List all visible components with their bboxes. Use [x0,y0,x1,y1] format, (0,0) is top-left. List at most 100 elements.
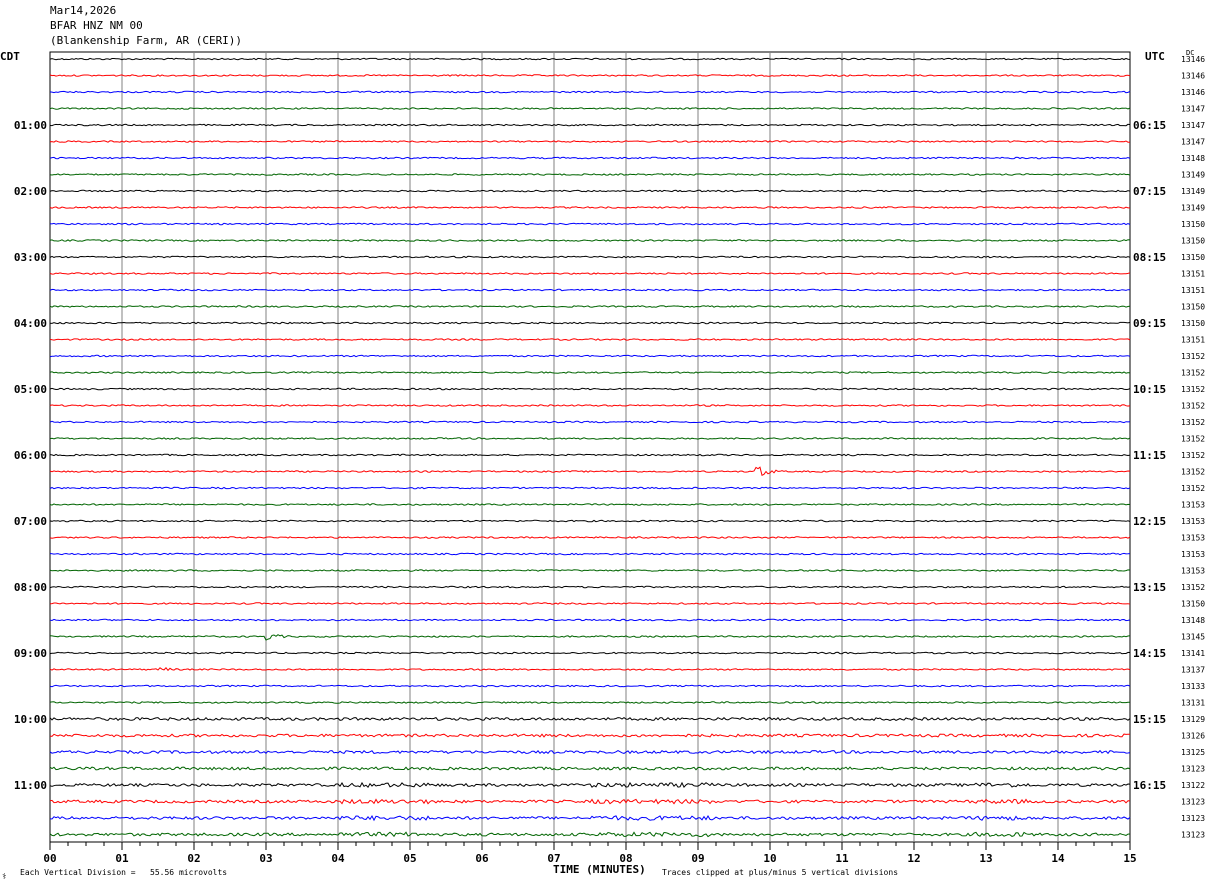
dc-offset-label: 13148 [1181,154,1205,163]
trace-line [49,519,1131,523]
trace-line [49,255,1131,259]
right-time-label: 13:15 [1133,581,1166,594]
dc-offset-label: 13152 [1181,451,1205,460]
trace-line [49,404,1131,407]
x-tick-label: 02 [187,852,200,865]
trace-line [49,667,1131,672]
dc-offset-label: 13122 [1181,781,1205,790]
x-tick-label: 15 [1123,852,1136,865]
trace-line [49,189,1131,193]
x-tick-label: 01 [115,852,129,865]
x-tick-label: 03 [259,852,272,865]
left-time-label: 01:00 [14,119,47,132]
dc-offset-label: 13151 [1181,270,1205,279]
right-time-label: 14:15 [1133,647,1166,660]
dc-offset-label: 13137 [1181,666,1205,675]
left-time-label: 10:00 [14,713,47,726]
trace-line [49,123,1131,127]
right-time-label: 15:15 [1133,713,1166,726]
trace-line [49,466,1131,477]
dc-offset-label: 13151 [1181,286,1205,295]
dc-offset-label: 13153 [1181,517,1205,526]
dc-offset-label: 13152 [1181,402,1205,411]
right-time-label: 12:15 [1133,515,1166,528]
trace-line [49,288,1131,292]
trace-line [49,387,1131,391]
x-axis-title: TIME (MINUTES) [553,863,646,876]
trace-line [49,798,1131,805]
trace-line [49,536,1131,539]
trace-line [49,173,1131,176]
left-time-label: 06:00 [14,449,47,462]
x-tick-label: 11 [835,852,849,865]
dc-offset-label: 13153 [1181,567,1205,576]
dc-offset-label: 13126 [1181,732,1205,741]
trace-line [49,585,1131,589]
plot-frame [49,51,1131,843]
dc-offset-label: 13153 [1181,550,1205,559]
helicorder-plot: 13146 13146 13146 13147 01:00 06:15 13147 13147… [14,51,1205,865]
left-time-label: 02:00 [14,185,47,198]
trace-line [49,733,1130,738]
dc-offset-label: 13151 [1181,336,1205,345]
dc-offset-label: 13150 [1181,253,1205,262]
trace-line [49,338,1131,341]
left-time-label: 03:00 [14,251,47,264]
trace-line [49,634,1131,641]
dc-offset-label: 13150 [1181,600,1205,609]
trace-line [49,766,1131,771]
trace-line [49,57,1131,61]
dc-offset-label: 13131 [1181,699,1205,708]
left-time-label: 07:00 [14,515,47,528]
trace-line [49,321,1131,325]
left-time-label: 08:00 [14,581,47,594]
trace-line [49,437,1131,440]
x-tick-label: 14 [1051,852,1065,865]
trace-line [49,156,1131,160]
x-tick-label: 05 [403,852,416,865]
trace-line [49,453,1131,457]
dc-offset-label: 13150 [1181,220,1205,229]
left-time-label: 05:00 [14,383,47,396]
right-time-label: 10:15 [1133,383,1166,396]
corner-mark: ⚕ [2,872,7,881]
trace-line [49,206,1130,209]
x-tick-label: 10 [763,852,776,865]
left-time-label: 04:00 [14,317,47,330]
dc-offset-label: 13141 [1181,649,1205,658]
trace-line [49,716,1131,722]
trace-line [49,305,1131,308]
dc-offset-label: 13149 [1181,204,1205,213]
trace-line [49,781,1131,789]
x-tick-label: 00 [43,852,56,865]
left-time-label: 09:00 [14,647,47,660]
dc-offset-label: 13152 [1181,369,1205,378]
x-tick-label: 04 [331,852,345,865]
trace-line [49,371,1131,374]
right-time-label: 07:15 [1133,185,1166,198]
dc-offset-label: 13152 [1181,583,1205,592]
dc-offset-label: 13123 [1181,765,1205,774]
right-time-label: 09:15 [1133,317,1166,330]
dc-offset-label: 13153 [1181,534,1205,543]
trace-line [49,272,1131,275]
dc-offset-label: 13150 [1181,303,1205,312]
trace-line [49,618,1131,622]
x-tick-label: 13 [979,852,992,865]
trace-line [49,420,1131,424]
dc-offset-label: 13149 [1181,171,1205,180]
left-time-label: 11:00 [14,779,47,792]
trace-line [49,651,1131,655]
trace-line [49,90,1131,94]
dc-offset-label: 13152 [1181,352,1205,361]
dc-offset-label: 13129 [1181,715,1205,724]
dc-offset-label: 13145 [1181,633,1205,642]
scale-note: Each Vertical Division = 55.56 microvolt… [20,868,228,877]
trace-line [49,831,1131,838]
dc-offset-label: 13152 [1181,385,1205,394]
dc-offset-label: 13123 [1181,831,1205,840]
dc-offset-label: 13147 [1181,121,1205,130]
trace-line [49,486,1131,490]
right-time-label: 08:15 [1133,251,1166,264]
trace-line [49,569,1131,572]
